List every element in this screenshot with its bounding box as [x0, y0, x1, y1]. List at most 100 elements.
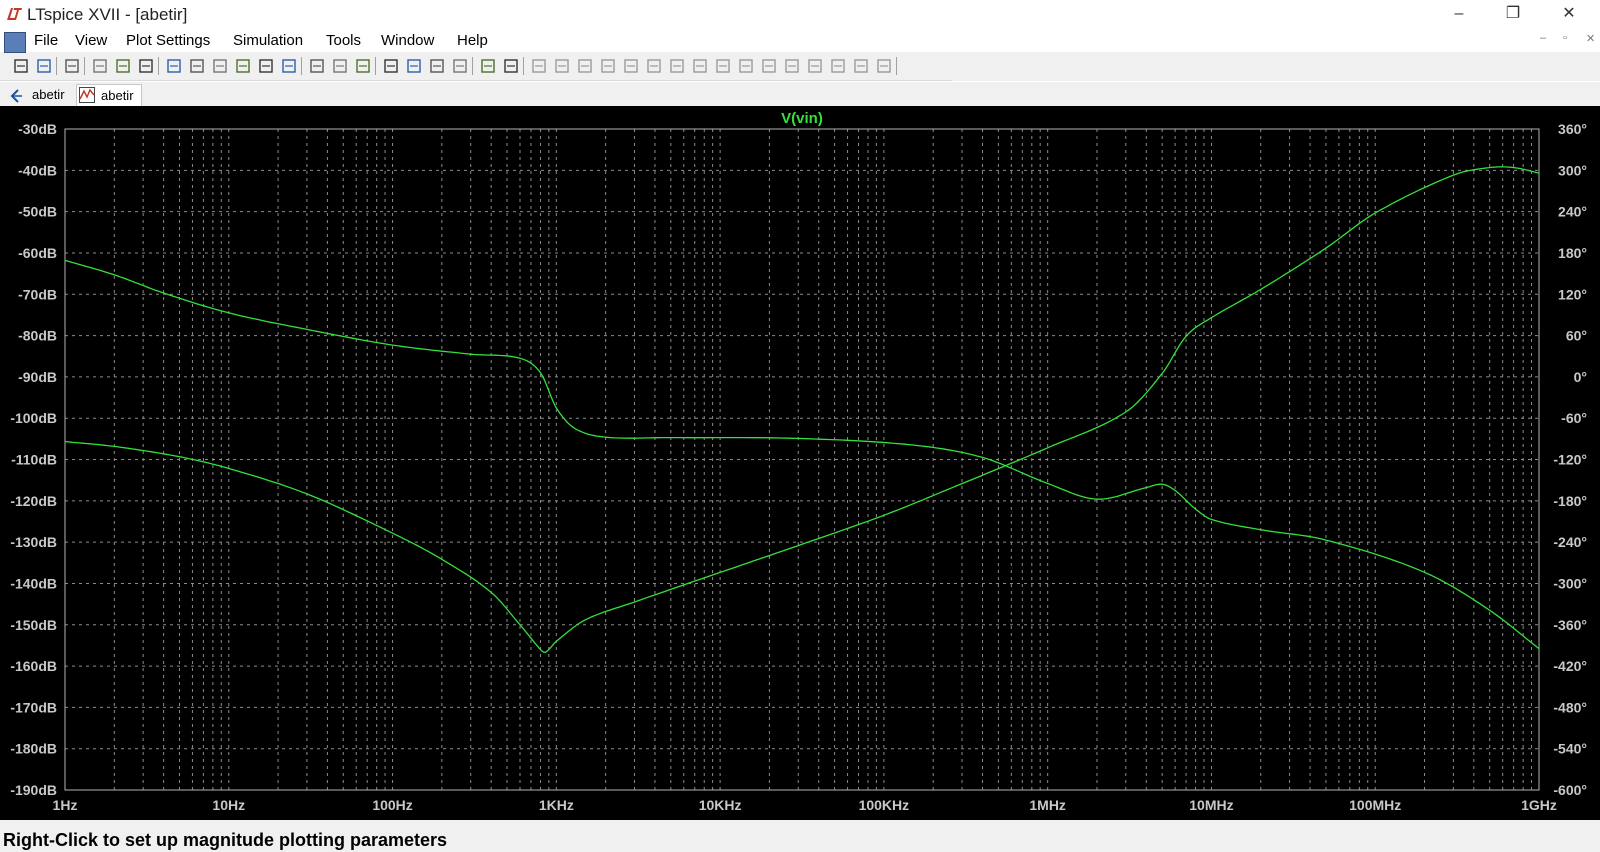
drag-icon[interactable] — [737, 57, 755, 75]
y-right-tick-label: -480° — [1553, 699, 1587, 715]
toolbar-separator — [301, 57, 302, 75]
y-left-tick-label: -130dB — [10, 534, 57, 550]
redo-icon[interactable] — [783, 57, 801, 75]
status-bar: Right-Click to set up magnitude plotting… — [0, 820, 1600, 852]
find-icon[interactable] — [451, 57, 469, 75]
save-icon[interactable] — [63, 57, 81, 75]
restore-button[interactable]: ❐ — [1490, 0, 1536, 30]
zoom-out-icon[interactable] — [188, 57, 206, 75]
minimize-button[interactable]: – — [1436, 0, 1482, 30]
trace-lines — [64, 166, 1540, 653]
y-left-tick-label: -120dB — [10, 493, 57, 509]
tab-waveform-label: abetir — [101, 88, 134, 103]
y-left-tick-label: -60dB — [18, 245, 57, 261]
child-minimize-button[interactable]: – — [1540, 32, 1546, 44]
inductor-icon[interactable] — [645, 57, 663, 75]
y-right-tick-label: -60° — [1561, 410, 1587, 426]
zoom-in-icon[interactable] — [165, 57, 183, 75]
control-panel-icon[interactable] — [91, 57, 109, 75]
new-schematic-icon[interactable] — [12, 57, 30, 75]
menu-simulation[interactable]: Simulation — [233, 32, 303, 49]
schematic-icon — [10, 89, 22, 103]
waveform-icon — [79, 87, 95, 103]
undo-icon[interactable] — [760, 57, 778, 75]
magnitude-trace[interactable] — [64, 259, 1540, 650]
x-tick-label: 100KHz — [859, 797, 910, 813]
y-right-tick-label: -360° — [1553, 617, 1587, 633]
y-left-tick-label: -140dB — [10, 575, 57, 591]
halt-icon[interactable] — [137, 57, 155, 75]
menu-help[interactable]: Help — [457, 32, 488, 49]
y-left-tick-label: -180dB — [10, 741, 57, 757]
x-tick-label: 10Hz — [212, 797, 245, 813]
y-left-tick-label: -90dB — [18, 369, 57, 385]
waveform-window-icon[interactable] — [4, 32, 26, 53]
x-tick-label: 10KHz — [699, 797, 742, 813]
y-right-tick-label: -420° — [1553, 658, 1587, 674]
y-right-tick-label: 120° — [1558, 286, 1587, 302]
capacitor-icon[interactable] — [622, 57, 640, 75]
tab-waveform[interactable]: abetir — [76, 84, 142, 107]
close-button[interactable]: ✕ — [1546, 0, 1592, 30]
bode-plot[interactable]: 1Hz 10Hz 100Hz 1KHz 10KHz 100KHz 1MHz 10MHz 100M… — [0, 106, 1600, 820]
ground-icon[interactable] — [553, 57, 571, 75]
print-icon[interactable] — [502, 57, 520, 75]
toolbar-separator — [56, 57, 57, 75]
toolbar-separator — [896, 57, 897, 75]
status-text: Right-Click to set up magnitude plotting… — [3, 830, 448, 850]
resistor-icon[interactable] — [599, 57, 617, 75]
component-icon[interactable] — [691, 57, 709, 75]
rotate-icon[interactable] — [806, 57, 824, 75]
menu-file[interactable]: File — [34, 32, 58, 49]
x-tick-label: 1MHz — [1029, 797, 1066, 813]
move-icon[interactable] — [714, 57, 732, 75]
y-left-tick-label: -160dB — [10, 658, 57, 674]
print-preview-icon[interactable] — [479, 57, 497, 75]
y-left-tick-label: -80dB — [18, 328, 57, 344]
text-icon[interactable] — [852, 57, 870, 75]
y-right-tick-label: 0° — [1574, 369, 1587, 385]
paste-icon[interactable] — [428, 57, 446, 75]
child-close-button[interactable]: ✕ — [1586, 32, 1595, 45]
y-right-tick-label: -180° — [1553, 493, 1587, 509]
toolbar-separator — [472, 57, 473, 75]
autorange-icon[interactable] — [257, 57, 275, 75]
menu-tools[interactable]: Tools — [326, 32, 361, 49]
menu-view[interactable]: View — [75, 32, 107, 49]
menu-window[interactable]: Window — [381, 32, 434, 49]
y-right-tick-label: 60° — [1566, 328, 1587, 344]
tile-vertical-icon[interactable] — [354, 57, 372, 75]
child-restore-button[interactable]: ▫ — [1563, 32, 1567, 44]
tab-bar: abetir abetir — [0, 81, 1600, 107]
toolbar-separator — [84, 57, 85, 75]
run-icon[interactable] — [114, 57, 132, 75]
y-left-tick-label: -100dB — [10, 410, 57, 426]
plot-settings-icon[interactable] — [280, 57, 298, 75]
trace-title[interactable]: V(vin) — [781, 110, 823, 127]
zoom-cancel-icon[interactable] — [234, 57, 252, 75]
tab-schematic[interactable]: abetir — [4, 84, 72, 106]
y-left-tick-label: -150dB — [10, 617, 57, 633]
cut-icon[interactable] — [382, 57, 400, 75]
label-icon[interactable] — [576, 57, 594, 75]
y-right-tick-label: 180° — [1558, 245, 1587, 261]
phase-trace[interactable] — [64, 166, 1540, 653]
y-right-tick-label: -240° — [1553, 534, 1587, 550]
wire-icon[interactable] — [530, 57, 548, 75]
cascade-icon[interactable] — [331, 57, 349, 75]
mirror-icon[interactable] — [829, 57, 847, 75]
menu-bar: File View Plot Settings Simulation Tools… — [0, 30, 1600, 53]
open-icon[interactable] — [35, 57, 53, 75]
tile-horizontal-icon[interactable] — [308, 57, 326, 75]
y-left-tick-label: -50dB — [18, 204, 57, 220]
copy-icon[interactable] — [405, 57, 423, 75]
diode-icon[interactable] — [668, 57, 686, 75]
plot-grid — [65, 129, 1539, 790]
y-right-tick-label: 360° — [1558, 121, 1587, 137]
y-right-tick-label: 300° — [1558, 162, 1587, 178]
spice-directive-icon[interactable] — [875, 57, 893, 75]
zoom-full-icon[interactable] — [211, 57, 229, 75]
menu-plot-settings[interactable]: Plot Settings — [126, 32, 210, 49]
waveform-plot-pane[interactable]: 1Hz 10Hz 100Hz 1KHz 10KHz 100KHz 1MHz 10MHz 100M… — [0, 106, 1600, 820]
toolbar-separator — [375, 57, 376, 75]
